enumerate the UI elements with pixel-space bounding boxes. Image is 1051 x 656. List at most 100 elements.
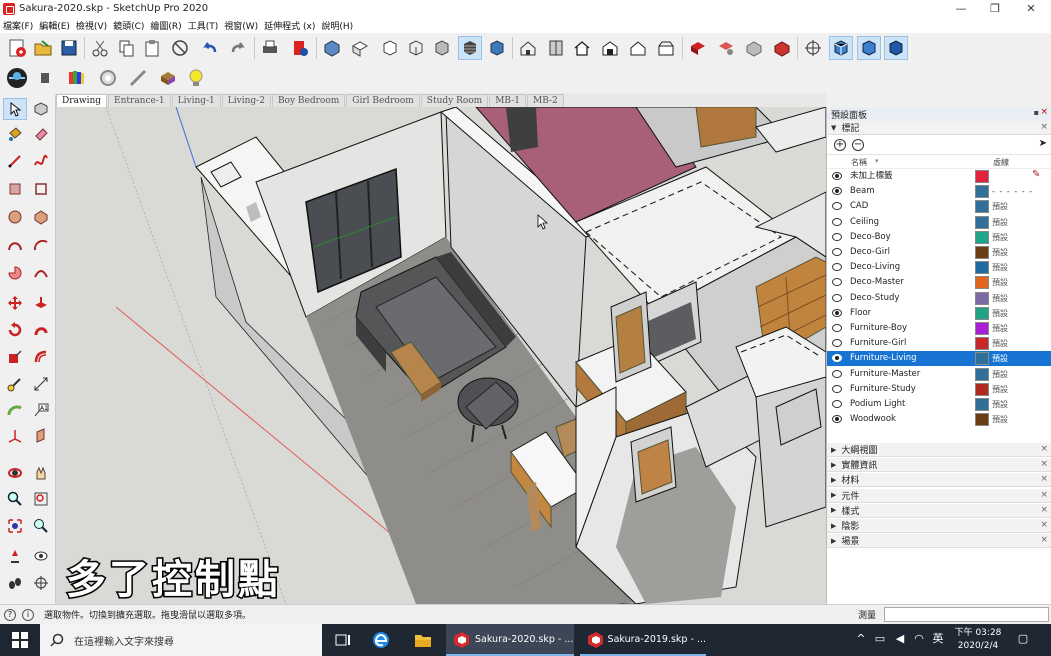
menu-tools[interactable]: 工具(T) [188, 19, 219, 32]
tag-color-swatch[interactable] [975, 246, 989, 259]
new-file-icon[interactable] [5, 36, 29, 60]
tape-measure-icon[interactable] [3, 373, 27, 395]
tag-row[interactable]: Deco-Girl 預設 [827, 245, 1051, 260]
walk-tool-icon[interactable] [3, 572, 27, 594]
iso-view-icon[interactable] [320, 36, 344, 60]
warehouse-icon[interactable] [516, 36, 540, 60]
tag-color-swatch[interactable] [975, 230, 989, 244]
tag-color-swatch[interactable] [975, 322, 989, 335]
orbit-tool-icon[interactable] [3, 462, 27, 484]
eye-hidden-icon[interactable] [832, 262, 842, 272]
model-viewport[interactable]: 多了控制點 [56, 107, 826, 604]
measurements-input[interactable] [884, 607, 1049, 622]
tag-name[interactable]: Furniture-Study [848, 383, 918, 396]
eye-visible-icon[interactable] [832, 414, 842, 424]
rotated-rectangle-icon[interactable] [29, 178, 53, 200]
tag-name[interactable]: Deco-Master [848, 276, 906, 289]
eye-hidden-icon[interactable] [832, 232, 842, 242]
tag-dash-value[interactable]: - - - - - - [992, 185, 1033, 198]
close-button[interactable]: ✕ [1013, 0, 1049, 17]
paint-bucket-icon[interactable] [3, 123, 27, 145]
eye-hidden-icon[interactable] [832, 277, 842, 287]
file-explorer-icon[interactable] [408, 624, 438, 656]
eraser-icon[interactable] [29, 123, 53, 145]
home-icon[interactable] [570, 36, 594, 60]
details-arrow-icon[interactable]: ➤ [1039, 138, 1047, 149]
eye-hidden-icon[interactable] [832, 369, 842, 379]
show-hidden-icons-icon[interactable]: ^ [854, 632, 868, 646]
taskbar-sakura-2020[interactable]: Sakura-2020.skp - ... [446, 624, 574, 656]
axes-tool-icon[interactable] [3, 425, 27, 447]
zoom-extents-icon[interactable] [3, 515, 27, 537]
tag-name[interactable]: Deco-Boy [848, 231, 893, 244]
back-view-icon[interactable] [430, 36, 454, 60]
tray-close-icon[interactable]: × [1040, 107, 1048, 117]
tag-name[interactable]: 未加上標籤 [848, 170, 895, 183]
tag-color-swatch[interactable] [975, 337, 989, 351]
axes-icon[interactable] [801, 36, 825, 60]
collapsed-panel-header[interactable]: ▶ 大綱視圖 × [827, 443, 1051, 457]
task-view-icon[interactable] [328, 624, 358, 656]
ime-indicator[interactable]: 英 [931, 632, 945, 646]
tag-name[interactable]: Beam [848, 185, 877, 198]
tag-row[interactable]: Furniture-Living 預設 [827, 351, 1051, 367]
tag-name[interactable]: Furniture-Girl [848, 337, 908, 350]
tag-color-swatch[interactable] [975, 170, 989, 183]
text-tool-icon[interactable]: A1 [29, 399, 53, 421]
tag-name[interactable]: Furniture-Living [848, 352, 919, 366]
taskbar-search[interactable]: 在這裡輸入文字來搜尋 [40, 624, 322, 656]
tag-color-swatch[interactable] [975, 291, 989, 305]
tag-name[interactable]: Furniture-Boy [848, 322, 909, 335]
eye-hidden-icon[interactable] [832, 384, 842, 394]
eye-visible-icon[interactable] [832, 353, 842, 363]
tag-row[interactable]: Beam - - - - - - [827, 184, 1051, 199]
menu-extensions[interactable]: 延伸程式 (x) [264, 19, 315, 32]
speaker-icon[interactable]: ◀ [893, 632, 907, 646]
tag-name[interactable]: Woodwook [848, 413, 898, 426]
tag-dash-value[interactable]: 預設 [992, 322, 1008, 335]
house-icon[interactable] [598, 36, 622, 60]
tag-color-swatch[interactable] [975, 261, 989, 275]
panel-close-icon[interactable]: × [1040, 444, 1048, 454]
eye-visible-icon[interactable] [832, 171, 842, 181]
eye-hidden-icon[interactable] [832, 293, 842, 303]
front-view-icon[interactable] [378, 36, 402, 60]
tag-dash-value[interactable]: 預設 [992, 246, 1008, 259]
select-tool-icon[interactable] [3, 98, 27, 120]
eye-hidden-icon[interactable] [832, 323, 842, 333]
edge-browser-icon[interactable] [366, 624, 396, 656]
arc-tool-icon[interactable] [3, 234, 27, 256]
eye-visible-icon[interactable] [832, 186, 842, 196]
tag-row[interactable]: 未加上標籤 ✎ [827, 169, 1051, 184]
tag-dash-value[interactable]: 預設 [992, 231, 1008, 244]
eye-visible-icon[interactable] [832, 308, 842, 318]
tag-name[interactable]: Podium Light [848, 398, 907, 411]
style-builder-icon[interactable] [156, 66, 180, 90]
line-tool-icon[interactable] [3, 150, 27, 172]
extension-ruby-icon[interactable] [686, 36, 710, 60]
section-display-icon[interactable] [29, 572, 53, 594]
measure-tool-icon[interactable] [126, 66, 150, 90]
tag-color-swatch[interactable] [975, 398, 989, 411]
eye-hidden-icon[interactable] [832, 201, 842, 211]
cube-blue-icon[interactable] [829, 36, 853, 60]
panel-close-icon[interactable]: × [1040, 535, 1048, 545]
add-tag-icon[interactable]: + [834, 139, 846, 151]
windows-start-icon[interactable] [0, 624, 40, 656]
follow-me-icon[interactable] [29, 319, 53, 341]
menu-edit[interactable]: 編輯(E) [39, 19, 70, 32]
rotate-tool-icon[interactable] [3, 319, 27, 341]
tag-name[interactable]: CAD [848, 200, 870, 213]
extension-gray-icon[interactable] [742, 36, 766, 60]
trimble-connect-icon[interactable] [4, 65, 30, 91]
paste-icon[interactable] [140, 36, 164, 60]
tag-row[interactable]: Floor 預設 [827, 306, 1051, 321]
dimension-tool-icon[interactable] [29, 373, 53, 395]
circle-tool-icon[interactable] [3, 206, 27, 228]
panel-close-icon[interactable]: × [1040, 459, 1048, 469]
polygon-tool-icon[interactable] [29, 206, 53, 228]
tag-row[interactable]: Furniture-Master 預設 [827, 367, 1051, 382]
tag-color-swatch[interactable] [975, 185, 989, 199]
tag-name[interactable]: Deco-Living [848, 261, 902, 274]
right-view-icon[interactable] [404, 36, 428, 60]
